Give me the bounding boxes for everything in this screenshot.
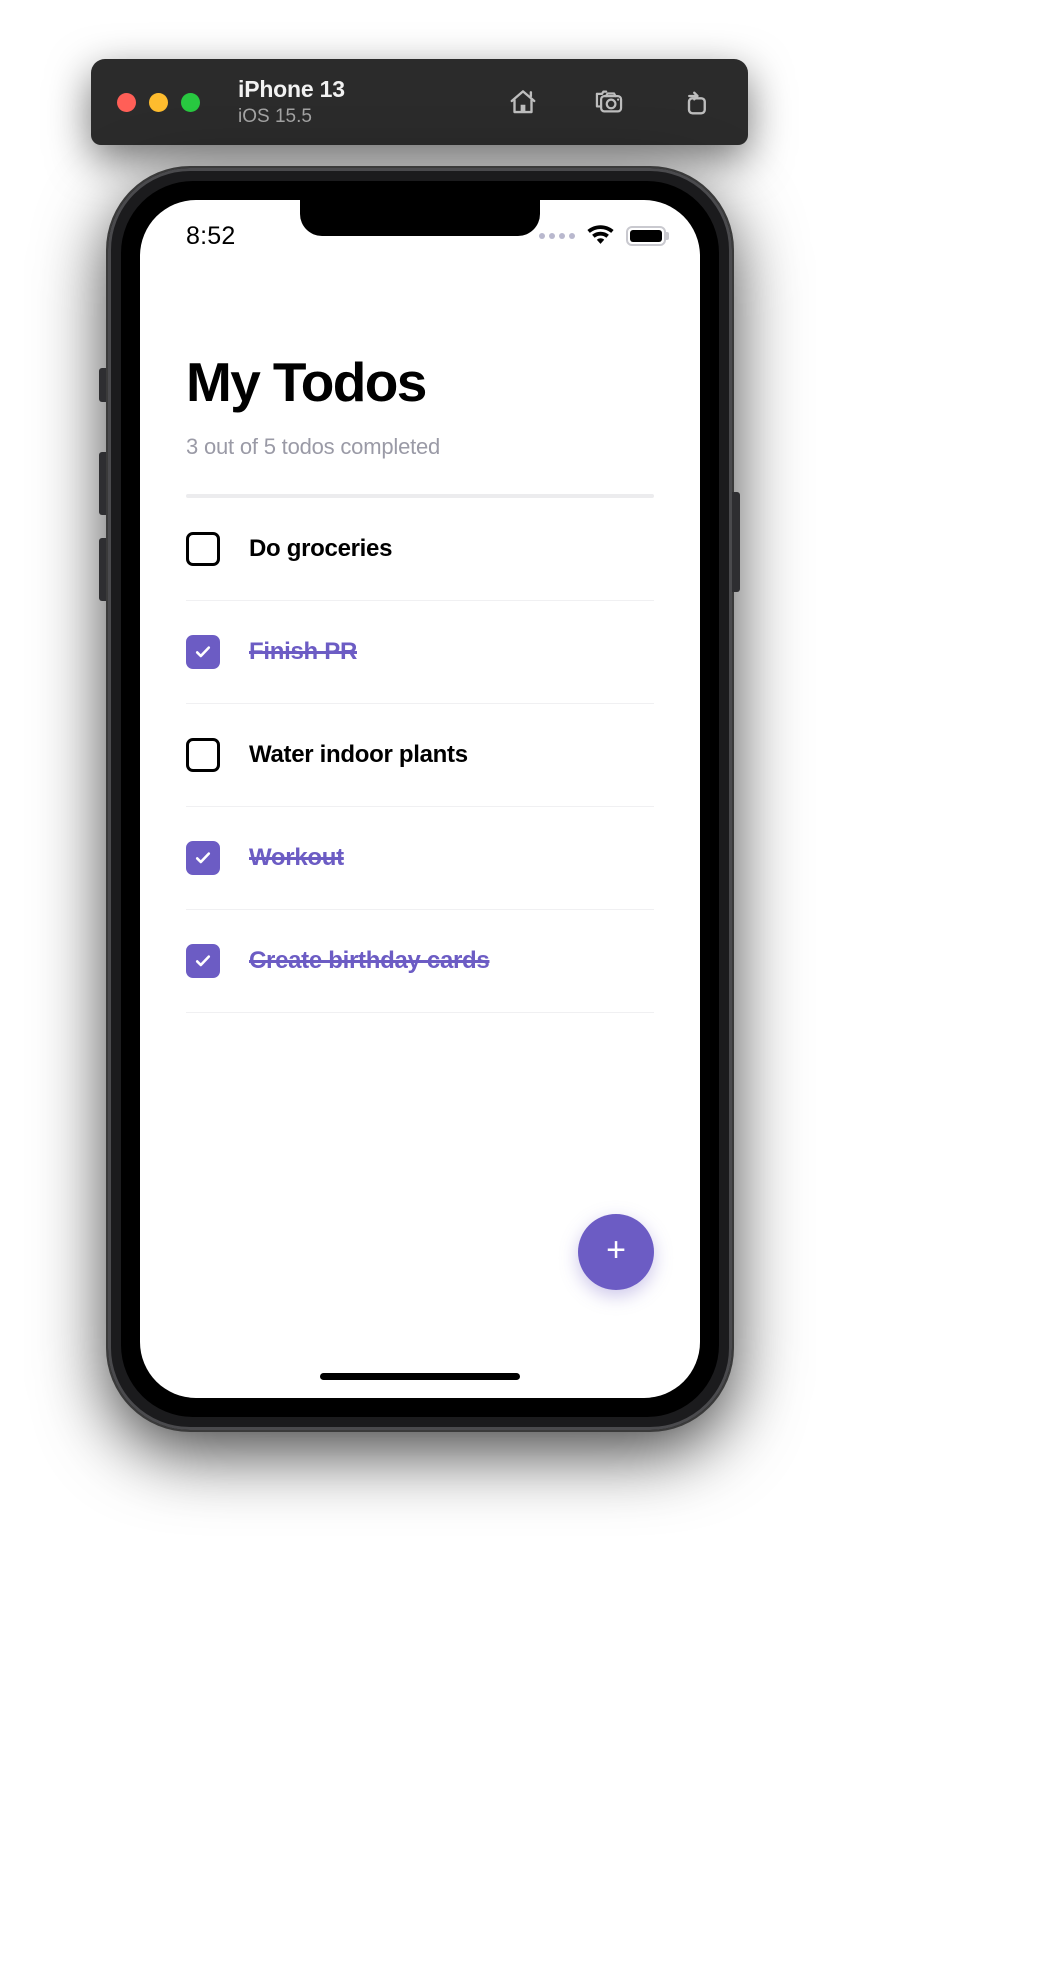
minimize-window-button[interactable] [149,92,168,112]
status-indicators [539,223,666,249]
status-bar: 8:52 [140,200,700,262]
todo-checkbox[interactable] [186,634,220,669]
simulator-toolbar [506,85,726,119]
power-button[interactable] [732,492,740,592]
completion-summary: 3 out of 5 todos completed [186,433,441,459]
mute-switch[interactable] [99,368,106,402]
simulator-device-info: iPhone 13 iOS 15.5 [238,75,345,127]
todo-label: Water indoor plants [249,740,468,768]
todo-checkbox[interactable] [186,737,220,772]
close-window-button[interactable] [117,92,136,112]
window-controls [117,92,200,112]
todo-row[interactable]: Finish PR [186,601,654,704]
todo-label: Finish PR [249,637,357,665]
screenshot-stage: iPhone 13 iOS 15.5 8:52 My Todos 3 out o… [0,0,1048,1966]
battery-icon [626,226,666,246]
todo-label: Do groceries [249,534,393,562]
todo-row[interactable]: Do groceries [186,498,654,601]
home-indicator[interactable] [320,1373,520,1380]
zoom-window-button[interactable] [181,92,200,112]
home-button[interactable] [506,85,540,119]
todo-app: My Todos 3 out of 5 todos completed Do g… [140,262,700,1398]
page-title: My Todos [186,351,427,413]
status-time: 8:52 [186,221,236,250]
volume-up-button[interactable] [99,452,106,515]
volume-down-button[interactable] [99,538,106,601]
todo-list: Do groceries Finish PR Water indoor plants… [186,498,654,1013]
todo-row[interactable]: Create birthday cards [186,910,654,1013]
rotate-button[interactable] [678,85,712,119]
todo-label: Create birthday cards [249,946,490,974]
todo-checkbox[interactable] [186,943,220,978]
todo-row[interactable]: Water indoor plants [186,704,654,807]
simulator-titlebar: iPhone 13 iOS 15.5 [91,59,748,145]
todo-label: Workout [249,843,344,871]
cellular-signal-icon [539,233,575,239]
screenshot-button[interactable] [592,85,626,119]
add-todo-label: + [606,1231,626,1269]
todo-checkbox[interactable] [186,531,220,566]
device-os-version: iOS 15.5 [238,105,312,127]
device-name: iPhone 13 [238,75,345,102]
wifi-icon [586,223,615,249]
device-screen: 8:52 My Todos 3 out of 5 todos completed [140,200,700,1398]
todo-row[interactable]: Workout [186,807,654,910]
add-todo-button[interactable]: + [578,1214,654,1290]
todo-checkbox[interactable] [186,840,220,875]
